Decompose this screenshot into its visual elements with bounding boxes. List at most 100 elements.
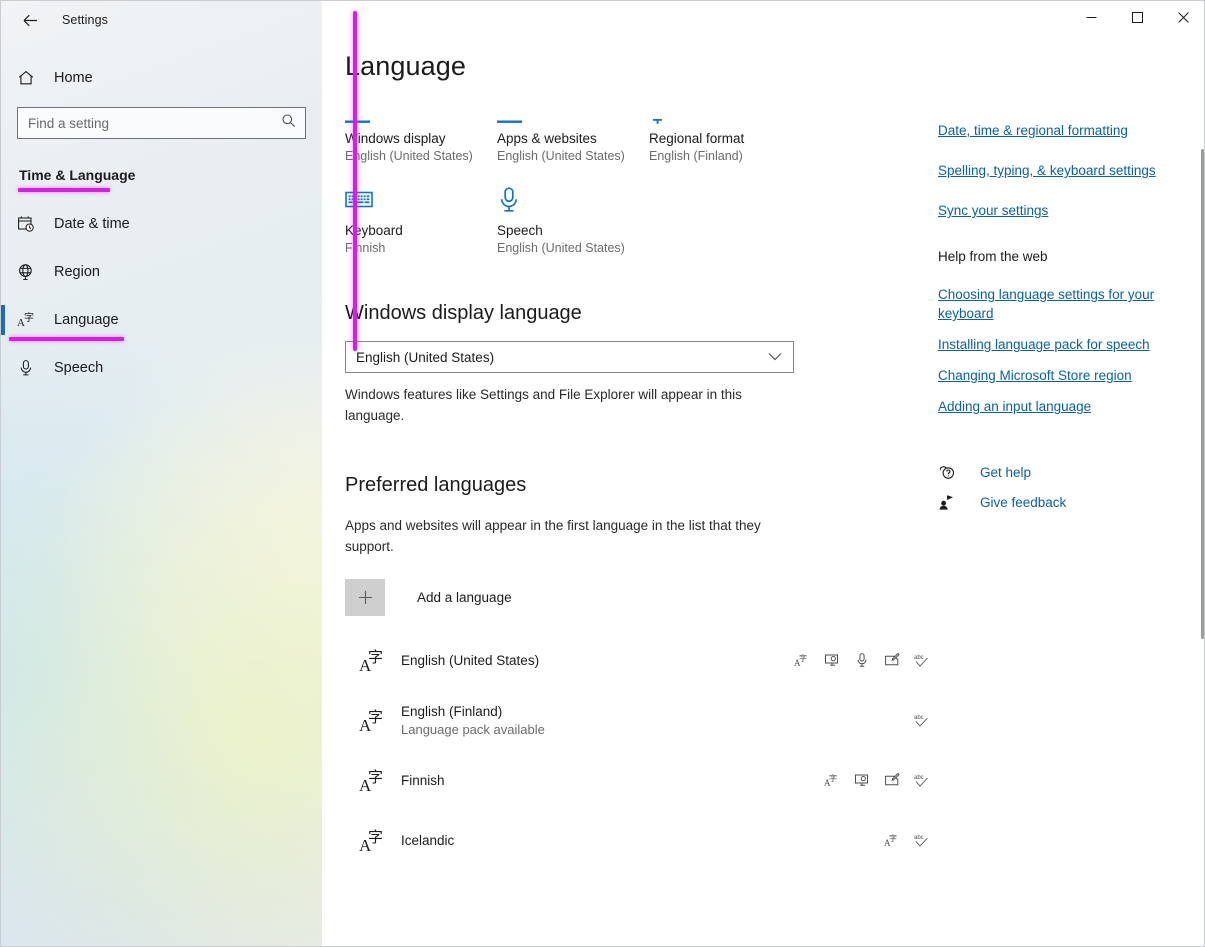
help-link-store-region[interactable]: Changing Microsoft Store region <box>938 366 1170 385</box>
display-icon[interactable] <box>823 652 840 669</box>
summary-card-windows-display[interactable]: Windows display English (United States) <box>345 95 497 163</box>
svg-text:字: 字 <box>368 648 383 666</box>
list-item-name: English (United States) <box>401 652 540 668</box>
search-input[interactable] <box>18 108 305 138</box>
display-bar-icon <box>345 95 497 125</box>
svg-text:字: 字 <box>368 768 383 786</box>
language-icon[interactable]: A 字 <box>793 652 810 669</box>
microphone-icon <box>497 183 649 217</box>
page-title: Language <box>345 51 466 81</box>
svg-text:字: 字 <box>368 828 383 846</box>
svg-text:abc: abc <box>914 715 924 721</box>
summary-card-name: Apps & websites <box>497 131 597 146</box>
highlight-underline-time-language <box>18 188 110 192</box>
vertical-scrollbar[interactable] <box>1201 149 1204 639</box>
settings-window: Settings Home Find a setting Time & Lang… <box>0 0 1205 947</box>
sidebar-item-date-time-label: Date & time <box>54 216 130 232</box>
give-feedback-label: Give feedback <box>980 494 1067 510</box>
help-from-web-heading: Help from the web <box>938 249 1048 264</box>
globe-icon <box>17 263 47 281</box>
list-item[interactable]: A 字 English (United States) A 字 abc <box>345 630 935 690</box>
highlight-underline-language <box>9 337 124 341</box>
svg-text:abc: abc <box>914 835 924 841</box>
list-item-actions: A 字 abc <box>823 772 935 789</box>
sidebar-item-region[interactable]: Region <box>1 253 322 291</box>
help-link-choosing-language[interactable]: Choosing language settings for your keyb… <box>938 285 1170 323</box>
related-link-spelling[interactable]: Spelling, typing, & keyboard settings <box>938 161 1170 180</box>
chevron-down-icon <box>768 348 782 366</box>
preferred-languages-heading: Preferred languages <box>345 474 527 496</box>
sidebar-item-language[interactable]: A 字 Language <box>1 301 322 341</box>
sidebar-item-speech[interactable]: Speech <box>1 349 322 387</box>
language-icon: A 字 <box>345 645 401 675</box>
handwriting-icon[interactable] <box>883 772 900 789</box>
help-link-input-language[interactable]: Adding an input language <box>938 397 1170 416</box>
search-wrapper <box>1 107 322 139</box>
display-language-selected-value: English (United States) <box>356 349 495 365</box>
summary-card-name: Regional format <box>649 131 745 146</box>
sidebar-item-home-label: Home <box>54 70 93 86</box>
summary-card-value: English (Finland) <box>649 149 743 163</box>
search-box[interactable] <box>17 107 306 139</box>
svg-text:abc: abc <box>914 775 924 781</box>
summary-card-keyboard[interactable]: Keyboard Finnish <box>345 183 497 255</box>
apps-bar-icon <box>497 95 649 125</box>
list-item-actions: A 字 abc <box>883 832 935 849</box>
sidebar-item-date-time[interactable]: Date & time <box>1 205 322 243</box>
display-language-helper-text: Windows features like Settings and File … <box>345 387 742 423</box>
display-icon[interactable] <box>853 772 870 789</box>
list-item[interactable]: A 字 Icelandic A 字 abc <box>345 810 935 870</box>
help-bubble-icon <box>938 464 964 480</box>
section-display-language: Windows display language English (United… <box>345 302 935 426</box>
sidebar-item-home[interactable]: Home <box>1 60 322 96</box>
microphone-icon[interactable] <box>853 652 870 669</box>
get-help-button[interactable]: Get help <box>938 464 1188 480</box>
summary-card-value: English (United States) <box>497 241 625 255</box>
list-item-name: English (Finland) <box>401 703 503 719</box>
sidebar-group-title-label: Time & Language <box>19 167 136 183</box>
microphone-icon <box>17 359 47 377</box>
give-feedback-button[interactable]: Give feedback <box>938 494 1188 510</box>
summary-card-row-1: Windows display English (United States) … <box>345 95 935 163</box>
summary-card-speech[interactable]: Speech English (United States) <box>497 183 649 255</box>
get-help-label: Get help <box>980 464 1032 480</box>
spellcheck-icon[interactable]: abc <box>913 652 930 669</box>
handwriting-icon[interactable] <box>883 652 900 669</box>
summary-card-name: Keyboard <box>345 223 403 238</box>
language-icon[interactable]: A 字 <box>823 772 840 789</box>
feedback-icon <box>938 494 964 510</box>
summary-card-name: Windows display <box>345 131 446 146</box>
spellcheck-icon[interactable]: abc <box>913 832 930 849</box>
spellcheck-icon[interactable]: abc <box>913 712 930 729</box>
summary-card-regional-format[interactable]: Regional format English (Finland) <box>649 95 801 163</box>
support-links: Get help Give feedback <box>938 464 1188 510</box>
svg-text:字: 字 <box>889 833 897 843</box>
main-panel: Language Windows display English (United… <box>322 1 1204 946</box>
section-preferred-languages: Preferred languages Apps and websites wi… <box>345 11 935 870</box>
related-settings-links: Date, time & regional formatting Spellin… <box>938 121 1188 220</box>
svg-text:字: 字 <box>24 311 34 324</box>
summary-card-value: Finnish <box>345 241 386 255</box>
help-link-installing-pack[interactable]: Installing language pack for speech <box>938 335 1170 354</box>
language-icon[interactable]: A 字 <box>883 832 900 849</box>
related-link-date-time[interactable]: Date, time & regional formatting <box>938 121 1170 140</box>
svg-text:字: 字 <box>799 653 807 663</box>
sidebar-item-language-label: Language <box>54 312 119 328</box>
titlebar-left: Settings <box>1 1 322 39</box>
sidebar-group-title: Time & Language <box>1 167 322 192</box>
list-item[interactable]: A 字 Finnish A 字 abc <box>345 750 935 810</box>
related-link-sync[interactable]: Sync your settings <box>938 201 1170 220</box>
list-item[interactable]: A 字 English (Finland) Language pack avai… <box>345 690 935 750</box>
sidebar-item-region-label: Region <box>54 264 100 280</box>
display-language-dropdown[interactable]: English (United States) <box>345 341 794 373</box>
spellcheck-icon[interactable]: abc <box>913 772 930 789</box>
summary-card-apps-websites[interactable]: Apps & websites English (United States) <box>497 95 649 163</box>
main-content: Language Windows display English (United… <box>345 1 935 870</box>
back-arrow-icon[interactable] <box>15 5 45 35</box>
search-icon[interactable] <box>281 113 296 133</box>
add-language-button[interactable]: Add a language <box>345 579 935 616</box>
list-item-name: Icelandic <box>401 832 455 848</box>
app-title: Settings <box>62 13 108 27</box>
keyboard-icon <box>345 183 497 217</box>
highlight-bar-preferred-languages <box>353 11 357 351</box>
